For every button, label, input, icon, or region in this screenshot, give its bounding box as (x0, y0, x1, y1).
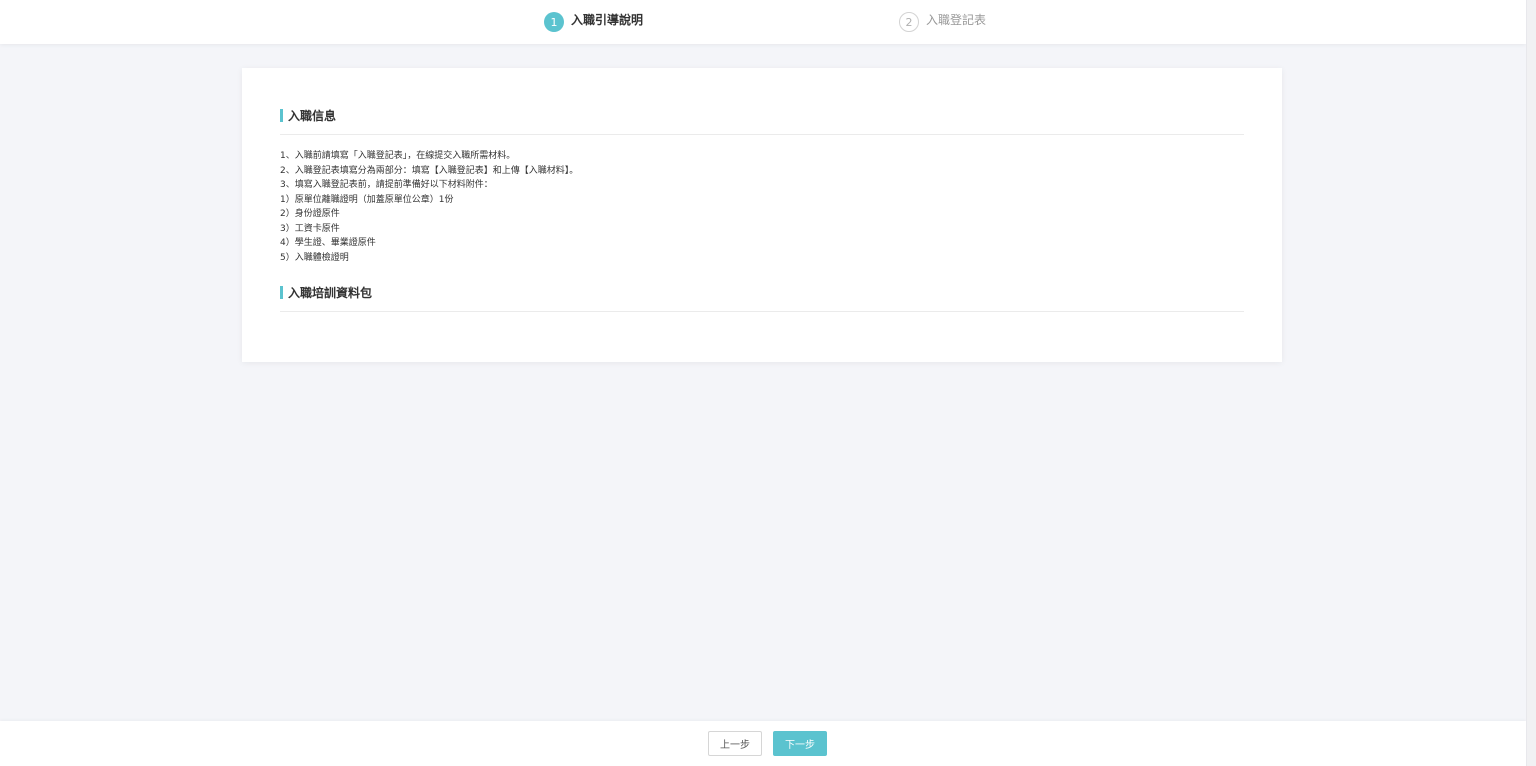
section-divider (280, 311, 1244, 312)
step-number-badge: 2 (899, 12, 919, 32)
content-card: 入職信息 1、入職前請填寫「入職登記表」，在線提交入職所需材料。 2、入職登記表… (242, 68, 1282, 362)
info-list: 1、入職前請填寫「入職登記表」，在線提交入職所需材料。 2、入職登記表填寫分為兩… (280, 149, 578, 265)
step-label: 入職引導說明 (571, 13, 644, 27)
list-item: 3、填寫入職登記表前，請提前準備好以下材料附件： (280, 180, 493, 190)
list-item: 4）學生證、畢業證原件 (280, 238, 376, 248)
prev-step-button[interactable]: 上一步 (708, 731, 762, 756)
list-item: 3）工資卡原件 (280, 223, 340, 234)
step-2[interactable]: 2 入職登記表 (899, 11, 986, 33)
list-item: 5）入職體檢證明 (280, 252, 349, 263)
list-item: 1）原單位離職證明（加蓋原單位公章）1份 (280, 194, 454, 205)
section-title-training: 入職培訓資料包 (280, 284, 372, 301)
step-1[interactable]: 1 入職引導說明 (544, 11, 643, 33)
list-item: 2、入職登記表填寫分為兩部分：填寫【入職登記表】和上傳【入職材料】。 (280, 165, 579, 176)
section-accent-bar (280, 109, 283, 122)
footer-bar: 上一步 下一步 (0, 721, 1526, 766)
list-item: 2）身份證原件 (280, 209, 340, 219)
section-title-text: 入職信息 (288, 109, 337, 123)
section-divider (280, 134, 1244, 135)
step-number-badge: 1 (544, 12, 564, 32)
section-title-info: 入職信息 (280, 107, 336, 124)
list-item: 1、入職前請填寫「入職登記表」，在線提交入職所需材料。 (280, 151, 516, 161)
step-label: 入職登記表 (926, 13, 987, 27)
section-title-text: 入職培訓資料包 (288, 286, 373, 300)
steps-header: 1 入職引導說明 2 入職登記表 (0, 0, 1526, 44)
section-accent-bar (280, 286, 283, 299)
next-step-button[interactable]: 下一步 (773, 731, 827, 756)
page-scrollbar[interactable] (1526, 0, 1536, 766)
